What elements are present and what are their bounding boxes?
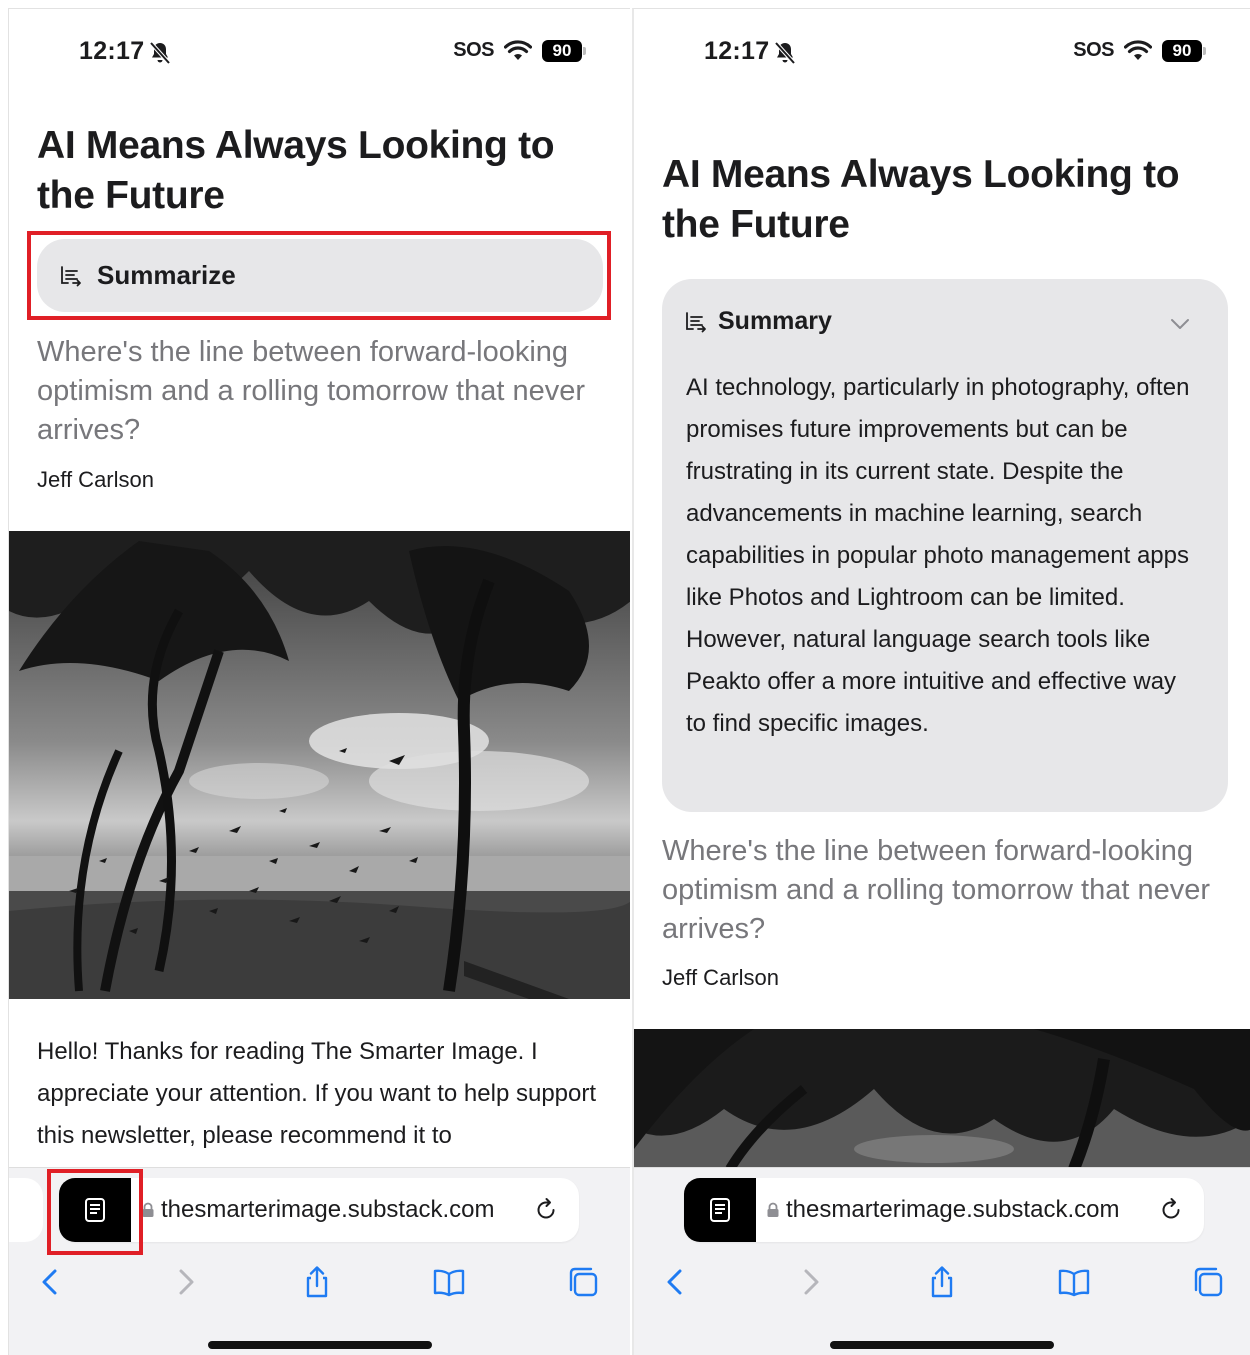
- back-arrow-icon: [42, 1269, 57, 1295]
- article-subtitle: Where's the line between forward-looking…: [37, 336, 586, 446]
- tabs-button[interactable]: [561, 1260, 605, 1304]
- sos-indicator: SOS: [453, 39, 494, 61]
- forward-arrow-icon: [804, 1269, 819, 1295]
- bookmarks-button[interactable]: [427, 1260, 471, 1304]
- reader-mode-icon: [710, 1198, 730, 1222]
- status-time: 12:17: [79, 37, 145, 65]
- article-title: AI Means Always Looking to the Future: [37, 124, 555, 217]
- address-bar[interactable]: thesmarterimage.substack.com: [59, 1178, 579, 1242]
- forward-button[interactable]: [788, 1260, 832, 1304]
- back-button[interactable]: [29, 1260, 73, 1304]
- status-bar: 12:17 SOS 90: [634, 35, 1250, 69]
- summarize-icon: [686, 311, 706, 332]
- forward-button[interactable]: [163, 1260, 207, 1304]
- article-subtitle: Where's the line between forward-looking…: [662, 835, 1211, 945]
- bell-slash-icon: [774, 41, 796, 65]
- wifi-icon: [504, 39, 532, 60]
- article-author: Jeff Carlson: [662, 965, 779, 990]
- status-time: 12:17: [704, 37, 770, 65]
- sos-indicator: SOS: [1073, 39, 1114, 61]
- url-text: thesmarterimage.substack.com: [786, 1196, 1120, 1223]
- bell-slash-icon: [149, 41, 171, 65]
- back-arrow-icon: [667, 1269, 682, 1295]
- summary-header[interactable]: Summary: [684, 307, 832, 336]
- article-photo: [9, 531, 630, 999]
- share-icon: [931, 1266, 953, 1298]
- url-text: thesmarterimage.substack.com: [161, 1196, 495, 1223]
- bookmarks-icon: [433, 1269, 465, 1297]
- summary-title: Summary: [718, 307, 832, 335]
- tabs-icon: [569, 1267, 598, 1297]
- home-indicator: [830, 1341, 1054, 1349]
- home-indicator: [207, 1341, 432, 1349]
- reload-icon[interactable]: [533, 1197, 559, 1223]
- article-title: AI Means Always Looking to the Future: [662, 153, 1180, 246]
- browser-toolbar: thesmarterimage.substack.com: [634, 1167, 1250, 1355]
- article-author: Jeff Carlson: [37, 467, 154, 492]
- forward-arrow-icon: [179, 1269, 194, 1295]
- share-button[interactable]: [295, 1260, 339, 1304]
- article-body: Hello! Thanks for reading The Smarter Im…: [37, 1038, 597, 1149]
- summarize-label: Summarize: [97, 260, 236, 290]
- lock-icon: [142, 1202, 154, 1217]
- share-icon: [306, 1266, 328, 1298]
- summarize-icon: [61, 265, 81, 286]
- tabs-icon: [1194, 1267, 1223, 1297]
- status-bar: 12:17 SOS 90: [9, 35, 630, 69]
- reader-mode-icon: [85, 1198, 105, 1222]
- address-bar[interactable]: thesmarterimage.substack.com: [684, 1178, 1204, 1242]
- chevron-down-icon[interactable]: [1170, 317, 1190, 331]
- battery-indicator: 90: [1162, 39, 1206, 62]
- reader-mode-button[interactable]: [59, 1178, 131, 1242]
- lock-icon: [767, 1202, 779, 1217]
- bookmarks-icon: [1058, 1269, 1090, 1297]
- wifi-icon: [1124, 39, 1152, 60]
- battery-indicator: 90: [542, 39, 586, 62]
- reload-icon[interactable]: [1158, 1197, 1184, 1223]
- share-button[interactable]: [920, 1260, 964, 1304]
- summary-text: AI technology, particularly in photograp…: [686, 374, 1190, 737]
- tabs-button[interactable]: [1186, 1260, 1230, 1304]
- adjacent-tab-bar: [9, 1178, 43, 1242]
- summarize-button[interactable]: Summarize: [37, 239, 603, 312]
- reader-mode-button[interactable]: [684, 1178, 756, 1242]
- browser-toolbar: thesmarterimage.substack.com: [9, 1167, 630, 1355]
- nav-row: [634, 1260, 1250, 1304]
- article-photo: [634, 1029, 1250, 1169]
- back-button[interactable]: [654, 1260, 698, 1304]
- bookmarks-button[interactable]: [1052, 1260, 1096, 1304]
- phone-screen-before: 12:17 SOS 90 AI Means Always Looking to …: [8, 8, 630, 1355]
- nav-row: [9, 1260, 630, 1304]
- phone-screen-after: 12:17 SOS 90 AI Means Always Looking to …: [632, 8, 1250, 1355]
- summary-card: Summary AI technology, particularly in p…: [662, 279, 1228, 812]
